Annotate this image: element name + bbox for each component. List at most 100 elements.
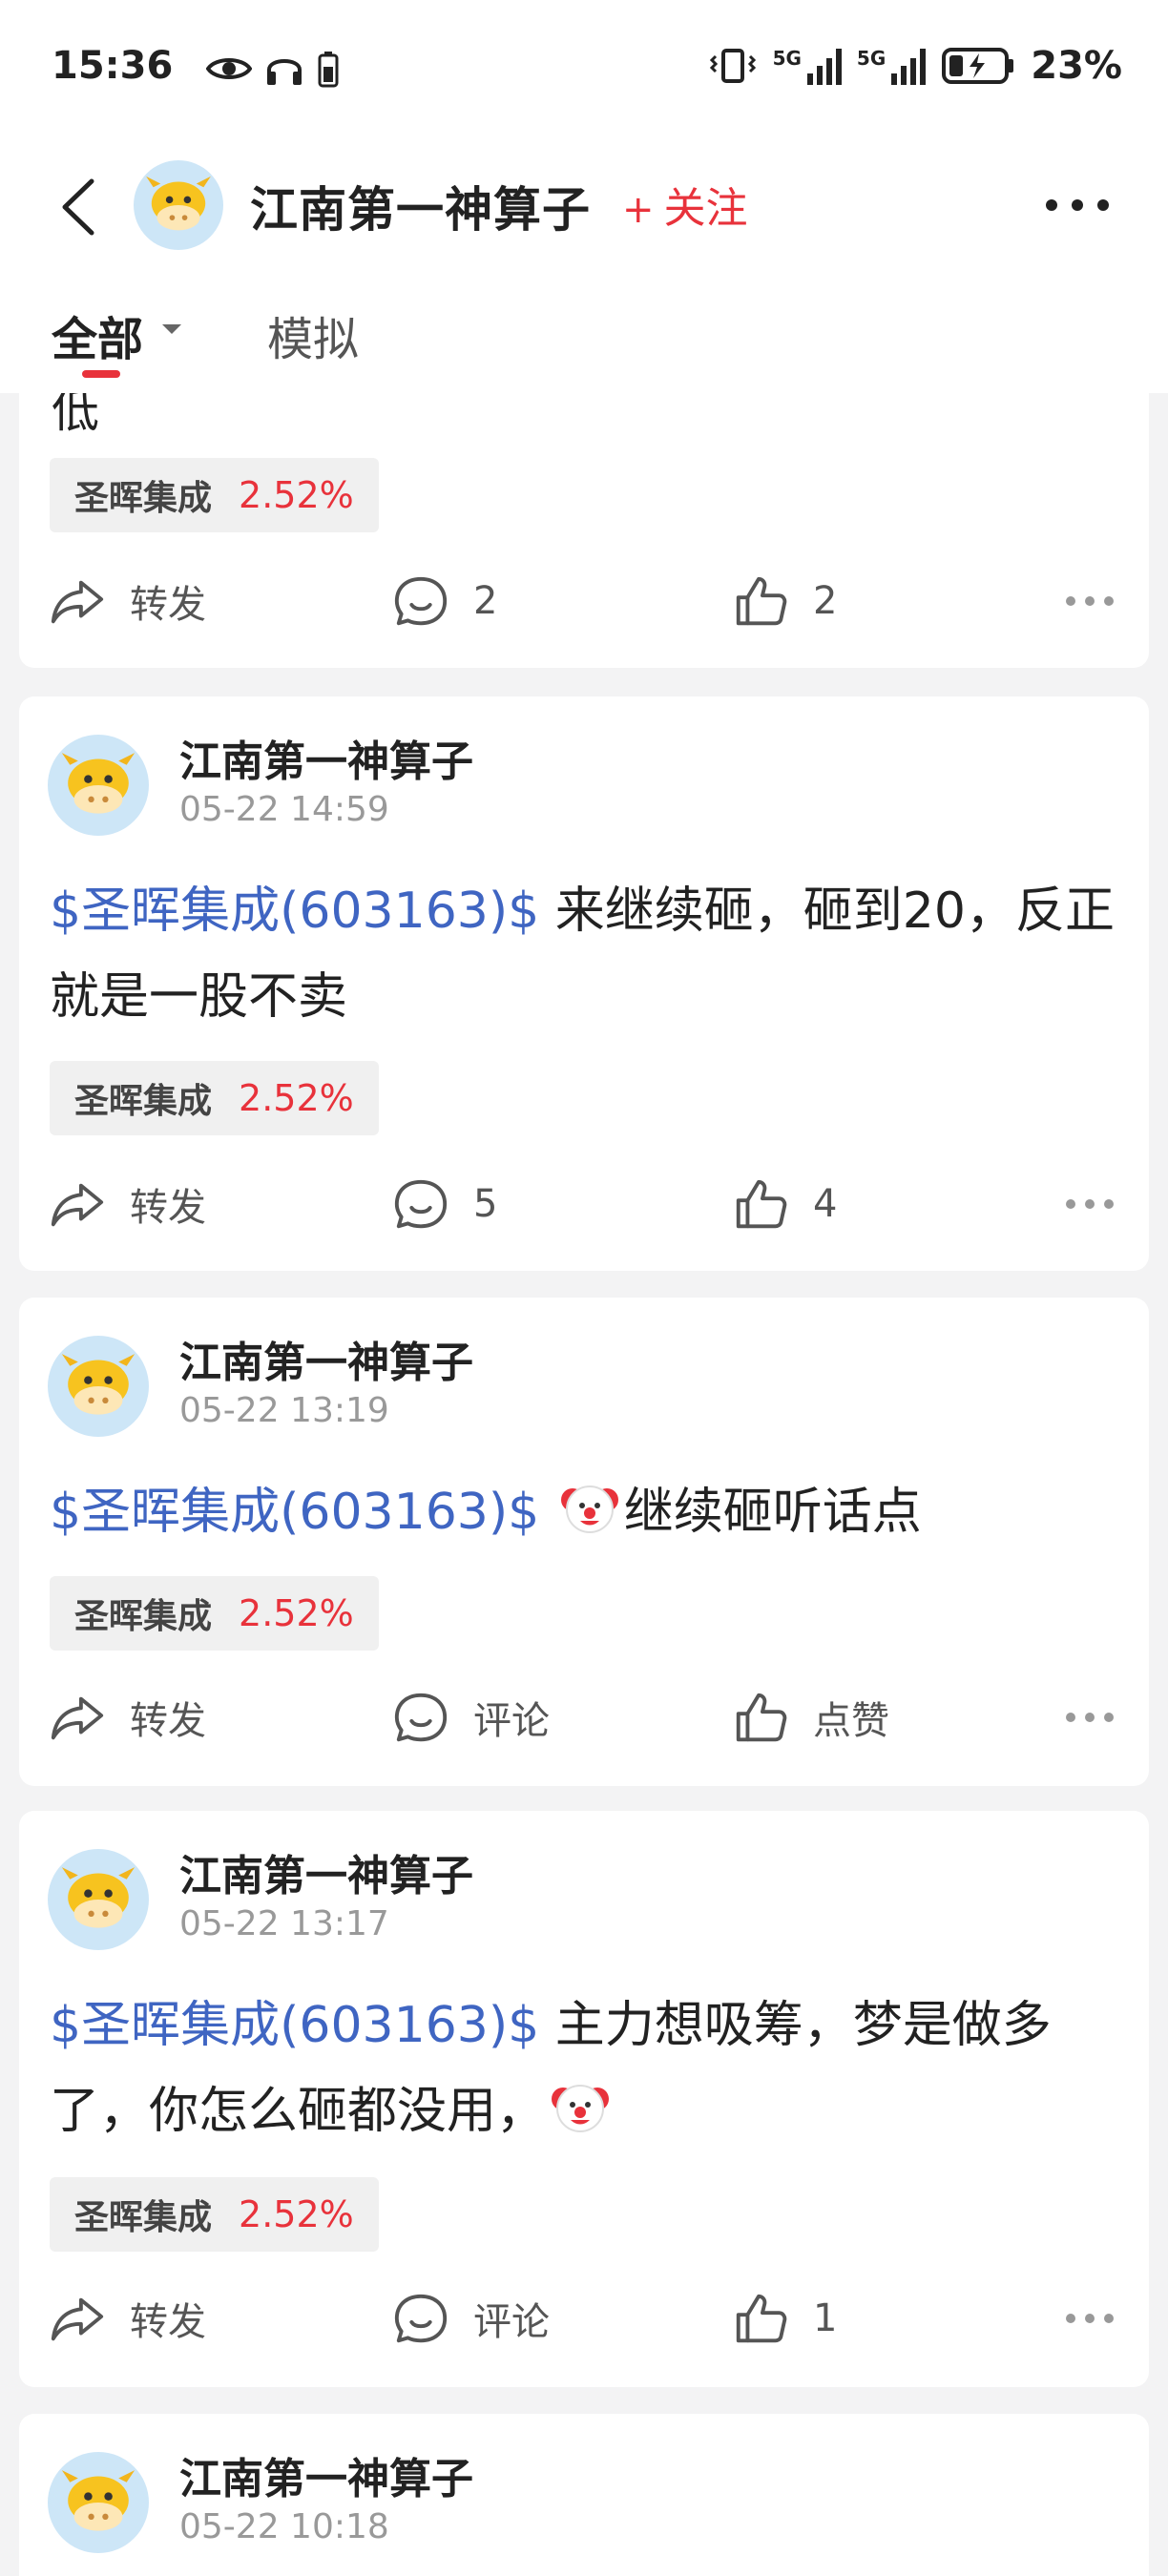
- like-button[interactable]: 1: [731, 2280, 837, 2357]
- share-icon: [48, 2289, 107, 2348]
- active-tab-indicator: [82, 370, 120, 378]
- like-button[interactable]: 2: [731, 563, 837, 639]
- thumbs-up-icon: [731, 2289, 790, 2348]
- post-body[interactable]: $圣晖集成(603163)$ 继续砸听话点: [50, 1469, 1118, 1555]
- dropdown-caret-icon[interactable]: [162, 324, 181, 334]
- battery-charging-icon: [942, 48, 1014, 84]
- share-button[interactable]: 转发: [48, 1166, 206, 1242]
- stock-link[interactable]: $圣晖集成(603163)$: [50, 1997, 539, 2054]
- stock-tag-change: 2.52%: [239, 1592, 354, 1634]
- post-body[interactable]: $圣晖集成(603163)$ 来继续砸，砸到20，反正就是一股不卖: [50, 868, 1118, 1040]
- comment-icon: [391, 1174, 450, 1234]
- eye-icon: [206, 58, 252, 79]
- post-card[interactable]: 江南第一神算子 05-22 13:17 $圣晖集成(603163)$ 主力想吸筹…: [19, 1811, 1149, 2387]
- status-time: 15:36: [52, 44, 174, 88]
- comment-button[interactable]: 5: [391, 1166, 497, 1242]
- share-icon: [48, 571, 107, 631]
- avatar[interactable]: [48, 2452, 149, 2553]
- more-button[interactable]: [1063, 2280, 1116, 2357]
- more-button[interactable]: [1063, 1679, 1116, 1755]
- post-card[interactable]: 江南第一神算子 05-22 14:59 $圣晖集成(603163)$ 来继续砸，…: [19, 696, 1149, 1271]
- post-actions: 转发 2 2: [19, 563, 1149, 639]
- post-actions: 转发 评论 点赞: [19, 1679, 1149, 1755]
- comment-button[interactable]: 评论: [391, 2280, 550, 2357]
- comment-icon: [391, 2289, 450, 2348]
- share-icon: [48, 1688, 107, 1747]
- like-count: 2: [813, 579, 838, 623]
- avatar[interactable]: [48, 1336, 149, 1437]
- post-card[interactable]: 江南第一神算子 05-22 13:19 $圣晖集成(603163)$ 继续砸听话…: [19, 1298, 1149, 1786]
- stock-tag-name: 圣晖集成: [74, 2198, 213, 2237]
- thumbs-up-icon: [731, 571, 790, 631]
- more-dots-icon: [1063, 1708, 1116, 1727]
- back-arrow-icon[interactable]: [55, 176, 103, 239]
- stock-tag-change: 2.52%: [239, 474, 354, 516]
- thumbs-up-icon: [731, 1174, 790, 1234]
- more-button[interactable]: [1063, 563, 1116, 639]
- stock-tag-name: 圣晖集成: [74, 1597, 213, 1636]
- avatar[interactable]: [134, 160, 223, 250]
- comment-button[interactable]: 评论: [391, 1679, 550, 1755]
- like-button[interactable]: 4: [731, 1166, 837, 1242]
- share-label: 转发: [130, 2300, 206, 2344]
- page-title: 江南第一神算子: [250, 182, 591, 238]
- more-dots-icon: [1063, 1195, 1116, 1214]
- share-label: 转发: [130, 1186, 206, 1230]
- nav-bar: 江南第一神算子 + 关注: [0, 153, 1168, 258]
- stock-tag[interactable]: 圣晖集成 2.52%: [50, 1061, 379, 1135]
- status-icons-right: 5G 5G 23%: [708, 44, 1122, 88]
- plus-icon: +: [622, 188, 655, 232]
- avatar[interactable]: [48, 1849, 149, 1950]
- tab-simulated[interactable]: 模拟: [267, 301, 359, 368]
- follow-button[interactable]: + 关注: [622, 174, 748, 235]
- clown-emoji-icon: [550, 2076, 611, 2137]
- stock-tag-change: 2.52%: [239, 1077, 354, 1119]
- battery-percent: 23%: [1031, 44, 1122, 88]
- vibrate-icon: [709, 49, 756, 83]
- comment-count: 5: [473, 1182, 498, 1226]
- headphones-icon: [267, 59, 302, 85]
- more-button[interactable]: [1063, 1166, 1116, 1242]
- like-button[interactable]: 点赞: [731, 1679, 889, 1755]
- stock-tag-name: 圣晖集成: [74, 1082, 213, 1121]
- stock-tag[interactable]: 圣晖集成 2.52%: [50, 458, 379, 532]
- post-time: 05-22 14:59: [179, 790, 389, 829]
- post-author[interactable]: 江南第一神算子: [179, 1841, 473, 1902]
- share-button[interactable]: 转发: [48, 1679, 206, 1755]
- stock-link[interactable]: $圣晖集成(603163)$: [50, 883, 539, 940]
- signal-label: 5G: [772, 47, 802, 70]
- stock-link[interactable]: $圣晖集成(603163)$: [50, 1484, 539, 1541]
- share-label: 转发: [130, 583, 206, 627]
- post-text: 继续砸听话点: [623, 1484, 922, 1541]
- signal-5g-icon: 5G: [773, 47, 842, 85]
- status-bar: 15:36 5G 5G 23%: [0, 0, 1168, 143]
- stock-tag-change: 2.52%: [239, 2193, 354, 2235]
- comment-count: 2: [473, 579, 498, 623]
- comment-icon: [391, 1688, 450, 1747]
- like-count: 4: [813, 1182, 838, 1226]
- avatar[interactable]: [48, 735, 149, 836]
- more-options-icon[interactable]: [1044, 191, 1111, 219]
- post-card[interactable]: 江南第一神算子 05-22 10:18: [19, 2414, 1149, 2576]
- status-icons-left: [206, 50, 340, 88]
- clown-emoji-icon: [559, 1477, 620, 1538]
- post-actions: 转发 评论 1: [19, 2280, 1149, 2357]
- post-author[interactable]: 江南第一神算子: [179, 2444, 473, 2505]
- post-body[interactable]: $圣晖集成(603163)$ 主力想吸筹，梦是做多了，你怎么砸都没用，: [50, 1983, 1118, 2154]
- share-icon: [48, 1174, 107, 1234]
- tab-all[interactable]: 全部: [52, 301, 143, 368]
- comment-button[interactable]: 2: [391, 563, 497, 639]
- post-author[interactable]: 江南第一神算子: [179, 1328, 473, 1389]
- post-time: 05-22 13:17: [179, 1904, 389, 1943]
- share-label: 转发: [130, 1699, 206, 1743]
- more-dots-icon: [1063, 592, 1116, 611]
- tab-bar: 全部 模拟: [0, 286, 1168, 393]
- post-actions: 转发 5 4: [19, 1166, 1149, 1242]
- post-author[interactable]: 江南第一神算子: [179, 727, 473, 788]
- share-button[interactable]: 转发: [48, 2280, 206, 2357]
- stock-tag[interactable]: 圣晖集成 2.52%: [50, 2177, 379, 2252]
- stock-tag[interactable]: 圣晖集成 2.52%: [50, 1576, 379, 1651]
- more-dots-icon: [1063, 2309, 1116, 2328]
- share-button[interactable]: 转发: [48, 563, 206, 639]
- like-label: 点赞: [813, 1699, 889, 1743]
